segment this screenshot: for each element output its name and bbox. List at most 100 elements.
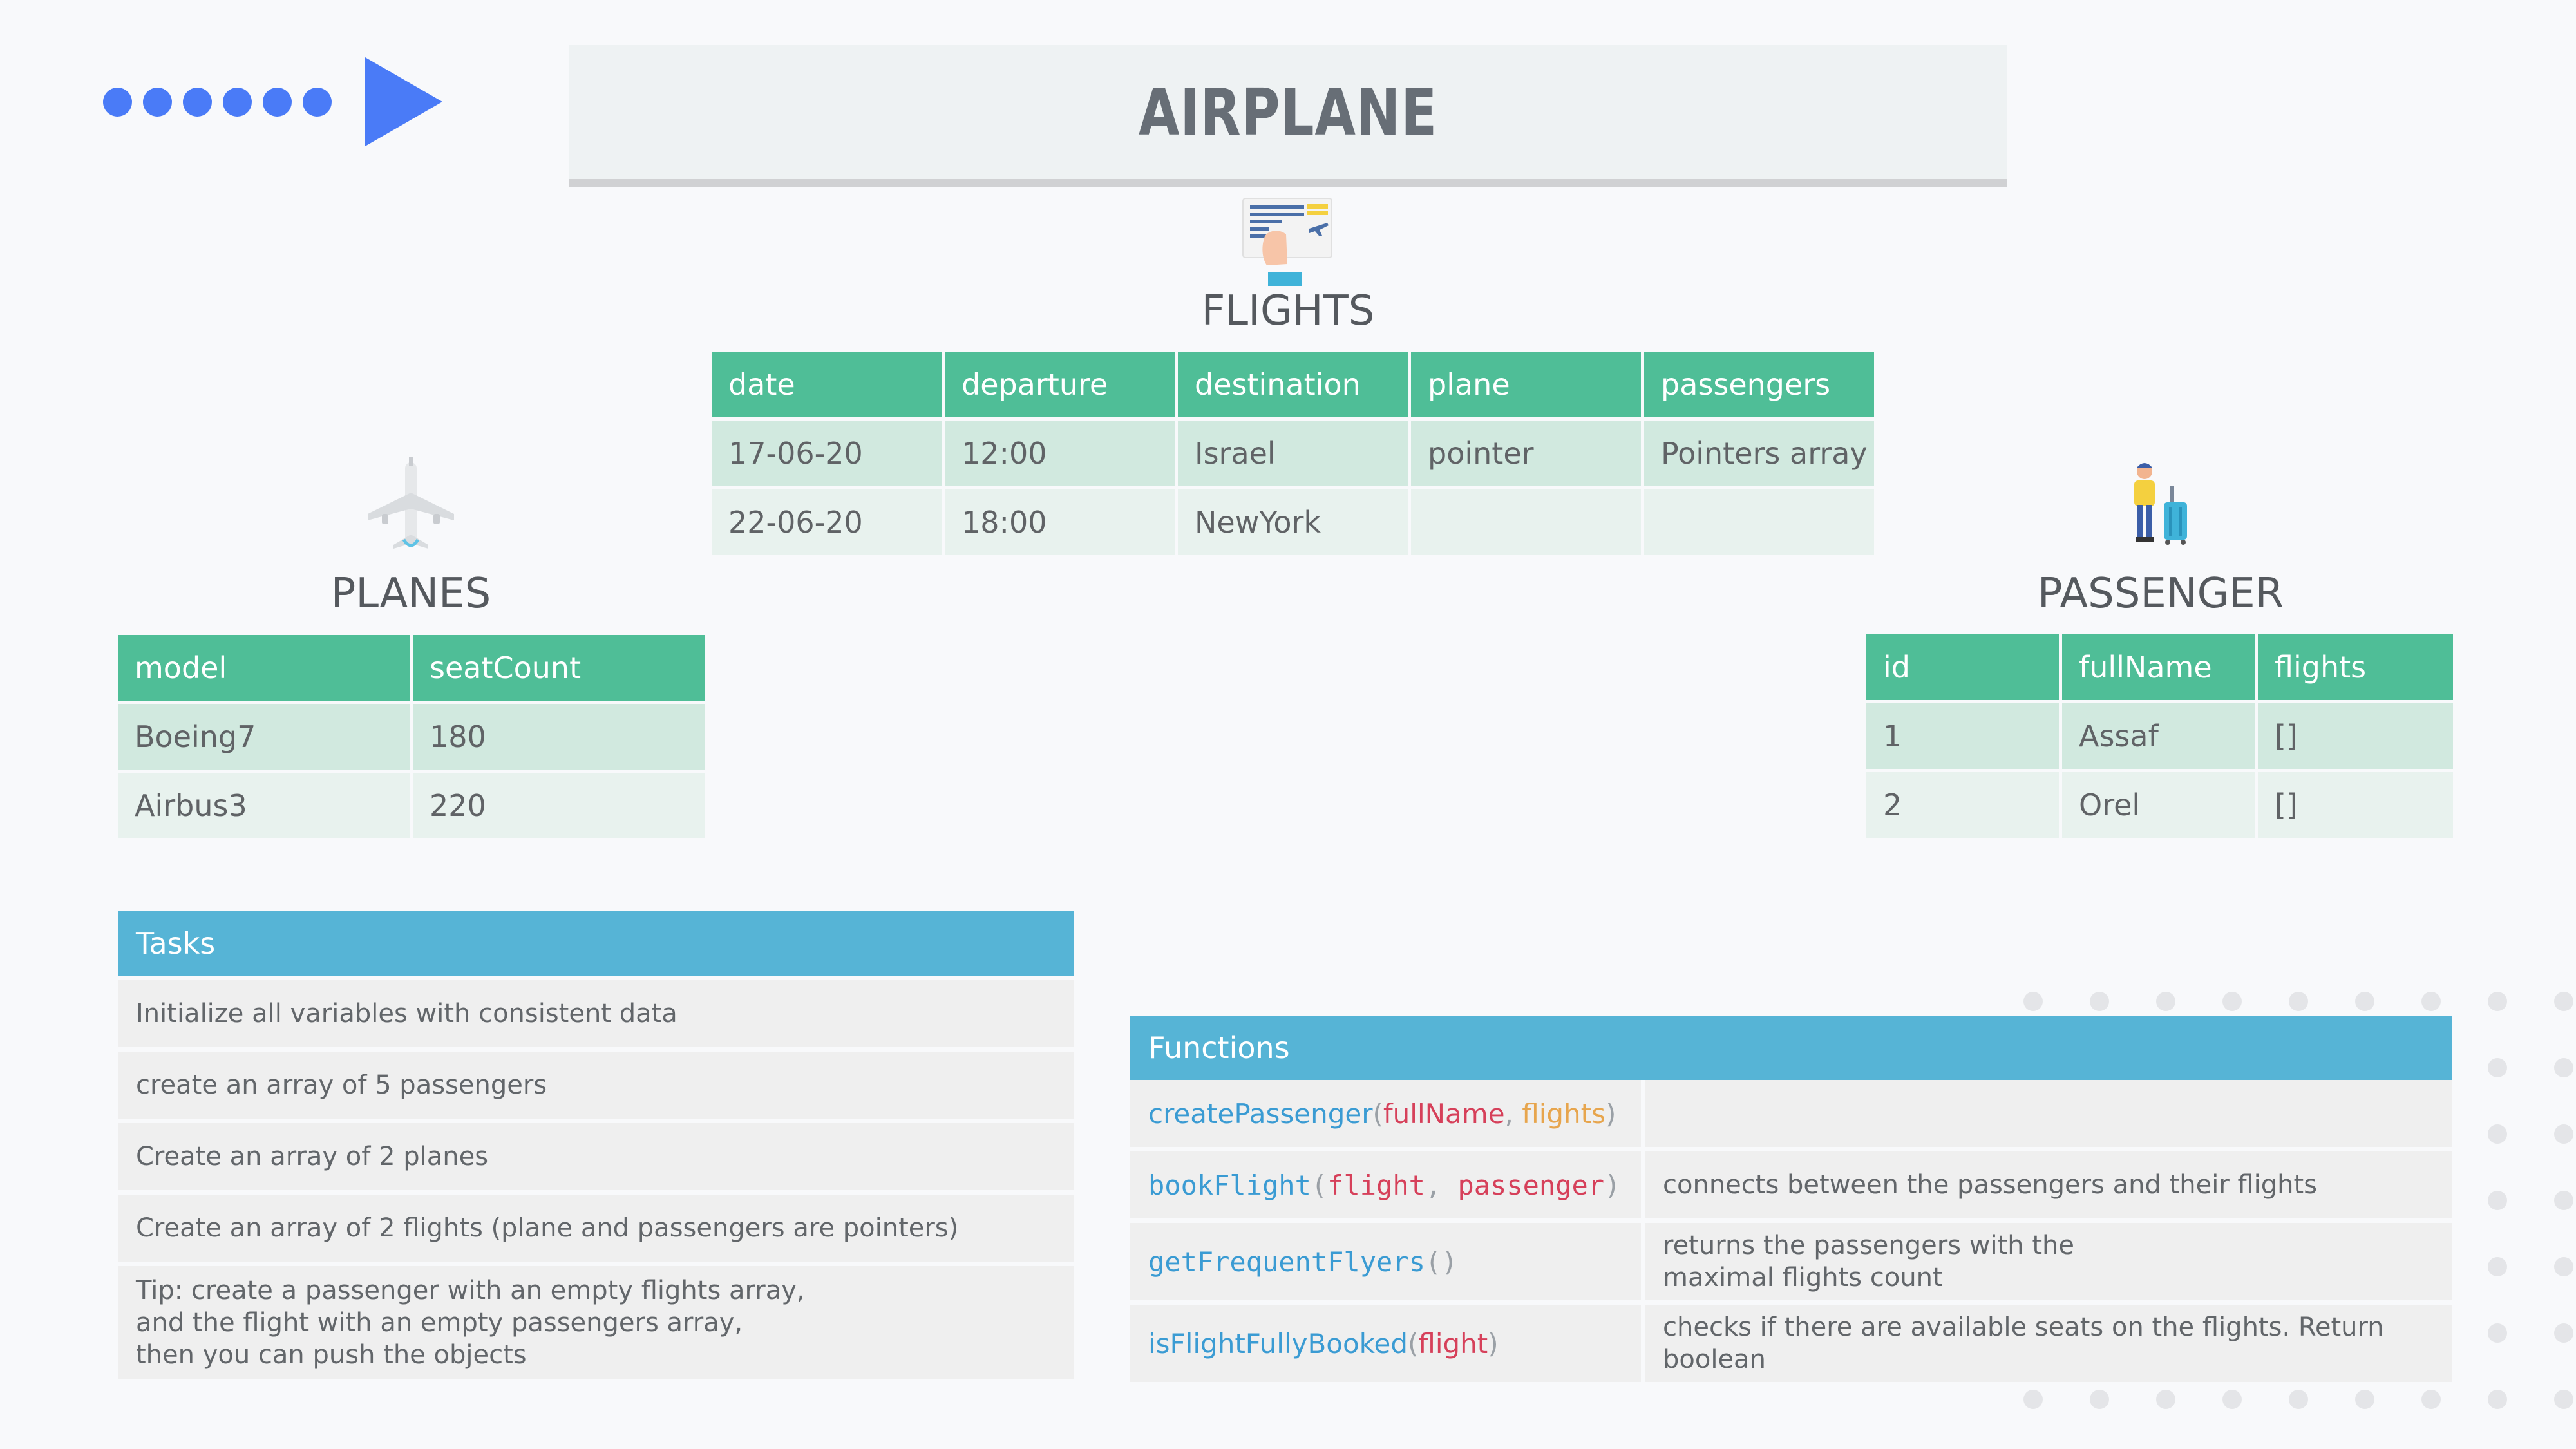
function-name: isFlightFullyBooked [1148,1327,1408,1359]
dot-icon [2355,992,2374,1011]
task-item: Create an array of 2 planes [118,1123,1074,1190]
dot-icon [2289,1390,2308,1409]
dot-icon [2554,1323,2573,1343]
function-signature: isFlightFullyBooked(flight) [1130,1305,1641,1382]
table-cell: 17-06-20 [712,421,942,486]
table-cell: Orel [2062,772,2255,838]
tasks-panel: Tasks Initialize all variables with cons… [118,911,1074,1379]
function-param: flights [1522,1097,1606,1130]
dot-icon [223,88,252,117]
table-cell: NewYork [1178,489,1408,555]
table-row: Airbus3 220 [118,773,705,838]
table-row: Boeing7 180 [118,704,705,770]
column-header: fullName [2062,634,2255,700]
table-cell: 22-06-20 [712,489,942,555]
dot-icon [2488,1390,2507,1409]
dot-icon [2090,1390,2109,1409]
dot-icon [143,88,172,117]
function-name: getFrequentFlyers [1148,1245,1425,1278]
table-cell: 220 [413,773,705,838]
table-cell: 1 [1866,703,2059,769]
function-param: fullName [1383,1097,1505,1130]
functions-panel: Functions createPassenger(fullName, flig… [1130,1016,2452,1387]
boarding-pass-icon [1242,198,1332,286]
column-header: destination [1178,352,1408,417]
function-row: createPassenger(fullName, flights) [1130,1080,2452,1147]
dot-icon [2355,1390,2374,1409]
table-cell: pointer [1411,421,1641,486]
task-tip: Tip: create a passenger with an empty fl… [118,1266,1074,1379]
table-cell: Boeing7 [118,704,410,770]
dot-icon [2090,992,2109,1011]
function-name: createPassenger [1148,1097,1373,1130]
function-name: bookFlight [1148,1169,1311,1201]
dot-icon [2488,1257,2507,1276]
passenger-heading: PASSENGER [2037,570,2284,618]
dot-icon [2222,992,2242,1011]
dot-icon [2421,992,2441,1011]
planes-table-wrap: model seatCount Boeing7 180 Airbus3 220 [118,635,705,838]
dot-icon [103,88,132,117]
column-header: date [712,352,942,417]
airplane-icon [368,457,454,549]
column-header: plane [1411,352,1641,417]
tasks-heading: Tasks [118,911,1074,976]
dot-icon [2554,1058,2573,1077]
dot-icon [2222,1390,2242,1409]
dot-icon [2289,992,2308,1011]
traveler-with-luggage-icon [2134,463,2187,545]
column-header: model [118,635,410,701]
task-item: Initialize all variables with consistent… [118,980,1074,1047]
function-signature: bookFlight(flight, passenger) [1130,1151,1641,1218]
column-header: passengers [1644,352,1874,417]
table-cell: Assaf [2062,703,2255,769]
table-row: 17-06-20 12:00 Israel pointer Pointers a… [712,421,1874,486]
dot-icon [303,88,332,117]
dot-icon [2023,992,2043,1011]
table-row: 1 Assaf [] [1866,703,2453,769]
function-row: bookFlight(flight, passenger) connects b… [1130,1151,2452,1218]
table-cell: 2 [1866,772,2059,838]
column-header: flights [2258,634,2453,700]
page-title: AIRPLANE [1138,74,1438,150]
function-param: passenger [1457,1169,1605,1201]
table-cell: Airbus3 [118,773,410,838]
play-arrow-icon [365,57,442,146]
function-description: checks if there are available seats on t… [1641,1305,2452,1382]
dot-icon [2023,1390,2043,1409]
dot-icon [2488,1124,2507,1144]
table-cell [1411,489,1641,555]
table-row: 2 Orel [] [1866,772,2453,838]
planes-heading: PLANES [330,570,491,618]
passenger-table-wrap: id fullName flights 1 Assaf [] 2 Orel [] [1866,634,2453,838]
functions-heading: Functions [1130,1016,2452,1080]
function-param: flight [1327,1169,1425,1201]
dot-icon [2488,1191,2507,1210]
task-item: Create an array of 2 flights (plane and … [118,1195,1074,1262]
dot-icon [2421,1390,2441,1409]
table-header-row: model seatCount [118,635,705,701]
dot-icon [183,88,212,117]
function-description: returns the passengers with the maximal … [1641,1223,2452,1300]
progress-dots [103,88,332,117]
table-cell: Pointers array [1644,421,1874,486]
dot-icon [2156,992,2175,1011]
table-header-row: date departure destination plane passeng… [712,352,1874,417]
table-row: 22-06-20 18:00 NewYork [712,489,1874,555]
flights-table: date departure destination plane passeng… [708,348,1877,558]
function-signature: createPassenger(fullName, flights) [1130,1080,1641,1147]
dot-icon [2554,1191,2573,1210]
table-cell: [] [2258,703,2453,769]
function-description: connects between the passengers and thei… [1641,1151,2452,1218]
dot-icon [2156,1390,2175,1409]
table-cell: 180 [413,704,705,770]
function-param: flight [1418,1327,1488,1359]
function-row: getFrequentFlyers() returns the passenge… [1130,1223,2452,1300]
dot-icon [2554,1390,2573,1409]
function-row: isFlightFullyBooked(flight) checks if th… [1130,1305,2452,1382]
function-signature: getFrequentFlyers() [1130,1223,1641,1300]
flights-heading: FLIGHTS [1201,287,1375,335]
column-header: departure [945,352,1175,417]
table-cell: 18:00 [945,489,1175,555]
column-header: seatCount [413,635,705,701]
